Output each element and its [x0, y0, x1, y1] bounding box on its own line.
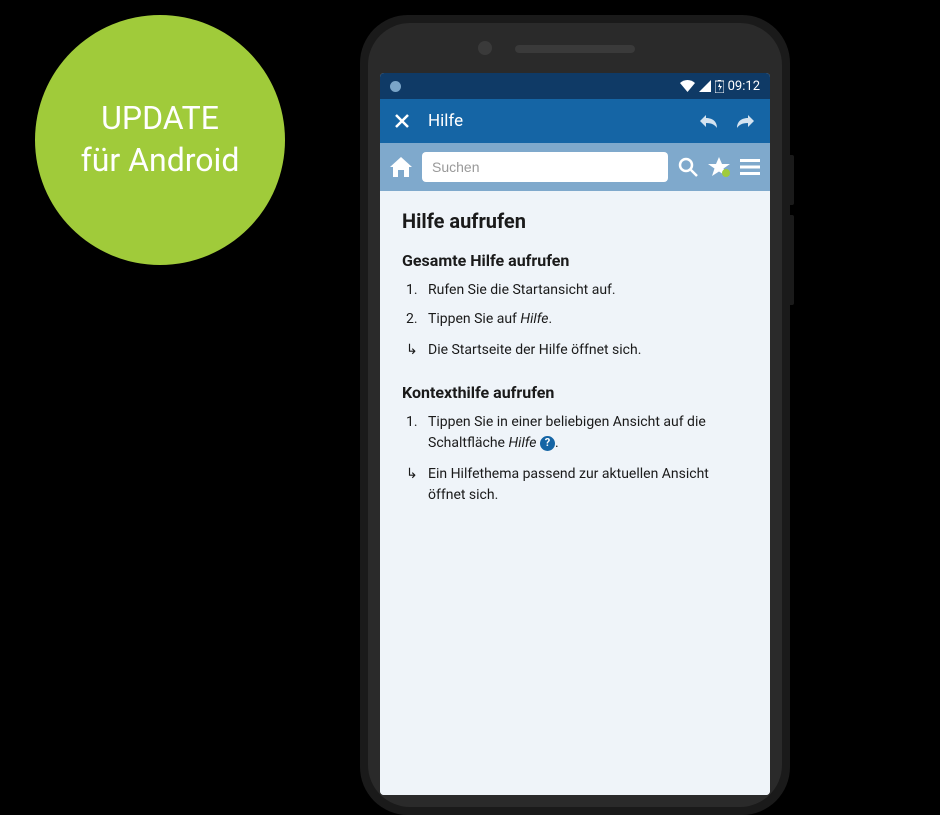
back-arrow-icon[interactable]: [698, 113, 718, 129]
result-arrow-icon: ↳: [406, 340, 418, 361]
section2-result: ↳ Ein Hilfethema passend zur aktuellen A…: [402, 464, 748, 506]
section2-heading: Kontexthilfe aufrufen: [402, 383, 748, 402]
phone-speaker: [515, 45, 635, 53]
phone-camera: [478, 41, 492, 55]
help-content: Hilfe aufrufen Gesamte Hilfe aufrufen 1.…: [380, 191, 770, 795]
wifi-icon: [680, 80, 695, 92]
close-icon[interactable]: [394, 113, 410, 129]
phone-screen: 09:12 Hilfe Hilfe aufrufen G: [380, 73, 770, 795]
search-icon[interactable]: [678, 157, 698, 177]
section1-heading: Gesamte Hilfe aufrufen: [402, 251, 748, 270]
result-arrow-icon: ↳: [406, 464, 418, 485]
help-badge-icon: ?: [540, 436, 555, 451]
phone-frame: 09:12 Hilfe Hilfe aufrufen G: [360, 15, 790, 815]
section1-steps: 1. Rufen Sie die Startansicht auf. 2. Ti…: [402, 280, 748, 330]
phone-bezel: 09:12 Hilfe Hilfe aufrufen G: [368, 23, 782, 807]
list-item: 1. Tippen Sie in einer beliebigen Ansich…: [402, 412, 748, 454]
status-time: 09:12: [728, 79, 760, 94]
app-bar: Hilfe: [380, 99, 770, 143]
forward-arrow-icon[interactable]: [736, 113, 756, 129]
notification-dot-icon: [390, 81, 401, 92]
badge-line1: UPDATE: [101, 98, 219, 140]
star-icon[interactable]: [708, 157, 730, 177]
home-icon[interactable]: [390, 157, 412, 177]
power-button: [790, 155, 794, 205]
badge-line2: für Android: [81, 140, 240, 182]
search-input[interactable]: [422, 152, 668, 182]
section1-result: ↳ Die Startseite der Hilfe öffnet sich.: [402, 340, 748, 361]
menu-icon[interactable]: [740, 159, 760, 175]
list-item: 2. Tippen Sie auf Hilfe.: [402, 309, 748, 330]
battery-icon: [715, 80, 724, 93]
help-toolbar: [380, 143, 770, 191]
promo-badge: UPDATE für Android: [35, 15, 285, 265]
section2-steps: 1. Tippen Sie in einer beliebigen Ansich…: [402, 412, 748, 454]
signal-icon: [699, 80, 711, 92]
app-bar-title: Hilfe: [428, 111, 680, 131]
list-item: 1. Rufen Sie die Startansicht auf.: [402, 280, 748, 301]
android-status-bar: 09:12: [380, 73, 770, 99]
page-title: Hilfe aufrufen: [402, 209, 748, 233]
volume-button: [790, 215, 794, 305]
